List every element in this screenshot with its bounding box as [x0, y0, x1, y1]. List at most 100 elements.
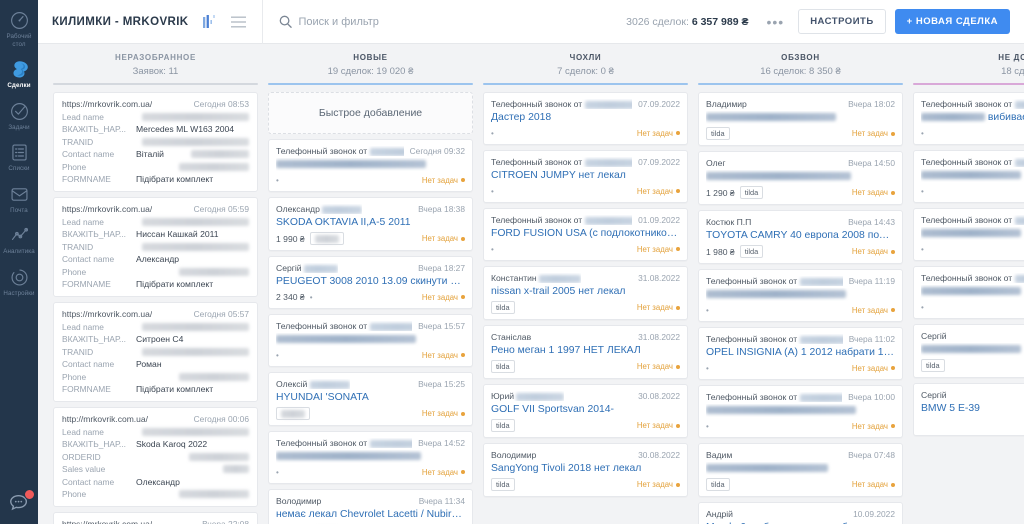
deal-card[interactable]: Телефонный звонок от вибивае •	[913, 92, 1024, 145]
search-input[interactable]	[298, 15, 499, 28]
deal-task-status[interactable]: Нет задач	[637, 421, 680, 430]
deal-task-status[interactable]: Нет задач	[852, 306, 895, 315]
deal-add-dot[interactable]: •	[921, 303, 924, 312]
deal-card[interactable]: Олексій Вчера 15:25 HYUNDAI 'SONATA Нет за…	[268, 372, 473, 427]
deal-add-dot[interactable]: •	[491, 245, 494, 254]
deal-add-dot[interactable]: •	[706, 306, 709, 315]
deal-add-dot[interactable]: •	[491, 187, 494, 196]
deal-card[interactable]: Телефонный звонок от Вчера 15:57 • Нет зад…	[268, 314, 473, 368]
deal-task-status[interactable]: Нет задач	[637, 303, 680, 312]
deal-task-status[interactable]: Нет задач	[852, 129, 895, 138]
deal-card[interactable]: Сергій tilda	[913, 324, 1024, 378]
deal-task-status[interactable]: Нет задач	[422, 234, 465, 243]
deal-tag[interactable]: tilda	[739, 186, 764, 199]
deal-card[interactable]: Телефонный звонок от 07.09.2022 Дастер 20…	[483, 92, 688, 145]
bar-chart-icon[interactable]	[202, 15, 217, 28]
deal-tag[interactable]: tilda	[706, 127, 730, 140]
deal-add-dot[interactable]: •	[921, 245, 924, 254]
deal-card[interactable]: Юрий 30.08.2022 GOLF VII Sportsvan 2014- t…	[483, 384, 688, 438]
deal-card[interactable]: Телефонный звонок от Вчера 11:02 OPEL INS…	[698, 327, 903, 380]
sidebar-item-5[interactable]: Аналитика	[0, 219, 38, 261]
deal-task-status[interactable]: Нет задач	[422, 409, 465, 418]
deal-tag[interactable]: tilda	[491, 478, 515, 491]
lead-card[interactable]: https://mrkovrik.com.ua/Сегодня 05:57 Lea…	[53, 302, 258, 402]
deal-card[interactable]: Телефонный звонок от •	[913, 266, 1024, 319]
deal-card[interactable]: Телефонный звонок от Вчера 11:19 • Нет зад…	[698, 269, 903, 322]
deal-card[interactable]: Константин 31.08.2022 nissan x-trail 2005…	[483, 266, 688, 320]
deal-add-dot[interactable]: •	[921, 129, 924, 138]
deal-add-dot[interactable]: •	[276, 176, 279, 185]
deal-task-status[interactable]: Нет задач	[852, 480, 895, 489]
deal-card[interactable]: Телефонный звонок от Вчера 10:00 • Нет зад…	[698, 385, 903, 438]
more-dots-icon[interactable]: •••	[752, 15, 798, 29]
deal-task-status[interactable]: Нет задач	[852, 364, 895, 373]
deal-task-status[interactable]: Нет задач	[637, 480, 680, 489]
deal-card[interactable]: Сергій BMW 5 E-39	[913, 383, 1024, 436]
deal-tag[interactable]: tilda	[921, 359, 945, 372]
deal-card[interactable]: Телефонный звонок от •	[913, 208, 1024, 261]
deal-card[interactable]: Телефонный звонок от Сегодня 09:32 • Нет з…	[268, 139, 473, 192]
deal-card[interactable]: Телефонный звонок от 01.09.2022 FORD FUSI…	[483, 208, 688, 261]
deal-card[interactable]: Владимир Вчера 18:02 tilda Нет задач	[698, 92, 903, 146]
deal-card[interactable]: Телефонный звонок от 07.09.2022 CITROEN J…	[483, 150, 688, 203]
deal-tag[interactable]: tilda	[491, 360, 515, 373]
quick-add-button[interactable]: Быстрое добавление	[268, 92, 473, 134]
deal-card[interactable]: Телефонный звонок от •	[913, 150, 1024, 203]
lead-card[interactable]: https://mrkovrik.com.ua/Сегодня 05:59 Lea…	[53, 197, 258, 297]
deal-card[interactable]: Олександр Вчера 18:38 SKODA OKTAVIA II,A-…	[268, 197, 473, 252]
kanban-column-1[interactable]: НОВЫЕ 19 сделок: 19 020 ₴ Быстрое добавлен…	[263, 44, 478, 524]
deal-task-status[interactable]: Нет задач	[637, 129, 680, 138]
deal-task-status[interactable]: Нет задач	[422, 176, 465, 185]
deal-tag[interactable]	[309, 232, 344, 246]
deal-add-dot[interactable]: •	[491, 129, 494, 138]
deal-add-dot[interactable]: •	[276, 468, 279, 477]
sidebar-item-6[interactable]: Настройки	[0, 261, 38, 303]
new-deal-button[interactable]: + НОВАЯ СДЕЛКА	[894, 9, 1010, 34]
sidebar-item-3[interactable]: Списки	[0, 136, 38, 178]
deal-add-dot[interactable]: •	[706, 364, 709, 373]
deal-card[interactable]: Вадим Вчера 07:48 tilda Нет задач	[698, 443, 903, 497]
deal-tag[interactable]: tilda	[491, 419, 515, 432]
sidebar-item-2[interactable]: Задачи	[0, 95, 38, 137]
deal-card[interactable]: Володимир Вчера 11:34 немає лекал Chevrol…	[268, 489, 473, 524]
kanban-column-0[interactable]: НЕРАЗОБРАННОЕ Заявок: 11 https://mrkovrik.…	[48, 44, 263, 524]
deal-add-dot[interactable]: •	[921, 187, 924, 196]
deal-task-status[interactable]: Нет задач	[422, 351, 465, 360]
kanban-column-4[interactable]: НЕ ДОЗ 18 сде Телефонный звонок от вибивае…	[908, 44, 1024, 524]
deal-card[interactable]: Володимир 30.08.2022 SangYong Tivoli 2018…	[483, 443, 688, 497]
kanban-board[interactable]: НЕРАЗОБРАННОЕ Заявок: 11 https://mrkovrik.…	[38, 44, 1024, 524]
configure-button[interactable]: НАСТРОИТЬ	[798, 9, 886, 34]
deal-tag[interactable]: tilda	[706, 478, 730, 491]
deal-task-status[interactable]: Нет задач	[852, 188, 895, 197]
sidebar-item-0[interactable]: Рабочий стол	[0, 4, 38, 53]
deal-add-dot[interactable]: •	[310, 293, 313, 302]
lead-card[interactable]: http://mrkovrik.com.ua/Сегодня 00:06 Lead…	[53, 407, 258, 507]
deal-card[interactable]: Станіслав 31.08.2022 Рено меган 1 1997 НЕ…	[483, 325, 688, 379]
deal-card[interactable]: Телефонный звонок от Вчера 14:52 • Нет зад…	[268, 431, 473, 485]
deal-task-status[interactable]: Нет задач	[852, 422, 895, 431]
deal-task-status[interactable]: Нет задач	[637, 362, 680, 371]
hamburger-list-icon[interactable]	[230, 16, 246, 28]
deal-task-status[interactable]: Нет задач	[852, 247, 895, 256]
sidebar-item-1[interactable]: Сделки	[0, 53, 38, 95]
deal-card[interactable]: Сергій Вчера 18:27 PEUGEOT 3008 2010 13.0…	[268, 256, 473, 310]
deal-task-status[interactable]: Нет задач	[637, 245, 680, 254]
deal-card[interactable]: Костюк П.П Вчера 14:43 TOYOTA CAMRY 40 ев…	[698, 210, 903, 264]
kanban-column-3[interactable]: ОБЗВОН 16 сделок: 8 350 ₴ Владимир Вчера 1…	[693, 44, 908, 524]
deal-add-dot[interactable]: •	[276, 351, 279, 360]
deal-card[interactable]: Андрій 10.09.2022Mazda 6 не бере написат…	[698, 502, 903, 524]
deal-tag[interactable]	[276, 407, 310, 421]
deal-tag[interactable]: tilda	[491, 301, 515, 314]
sidebar-item-4[interactable]: Почта	[0, 178, 38, 220]
chat-bubble-icon[interactable]	[8, 489, 35, 516]
deal-task-status[interactable]: Нет задач	[422, 468, 465, 477]
lead-card[interactable]: https://mrkovrik.com.ua/Сегодня 08:53 Lea…	[53, 92, 258, 192]
lead-card[interactable]: https://mrkovrik.com.ua/Вчера 22:08Lead …	[53, 512, 258, 524]
deal-tag[interactable]: tilda	[739, 245, 764, 258]
column-header: НОВЫЕ 19 сделок: 19 020 ₴	[268, 44, 473, 85]
deal-add-dot[interactable]: •	[706, 422, 709, 431]
kanban-column-2[interactable]: ЧОХЛИ 7 сделок: 0 ₴ Телефонный звонок от 0…	[478, 44, 693, 524]
deal-task-status[interactable]: Нет задач	[422, 293, 465, 302]
deal-card[interactable]: Олег Вчера 14:50 1 290 ₴ tilda Нет задач	[698, 151, 903, 205]
deal-task-status[interactable]: Нет задач	[637, 187, 680, 196]
